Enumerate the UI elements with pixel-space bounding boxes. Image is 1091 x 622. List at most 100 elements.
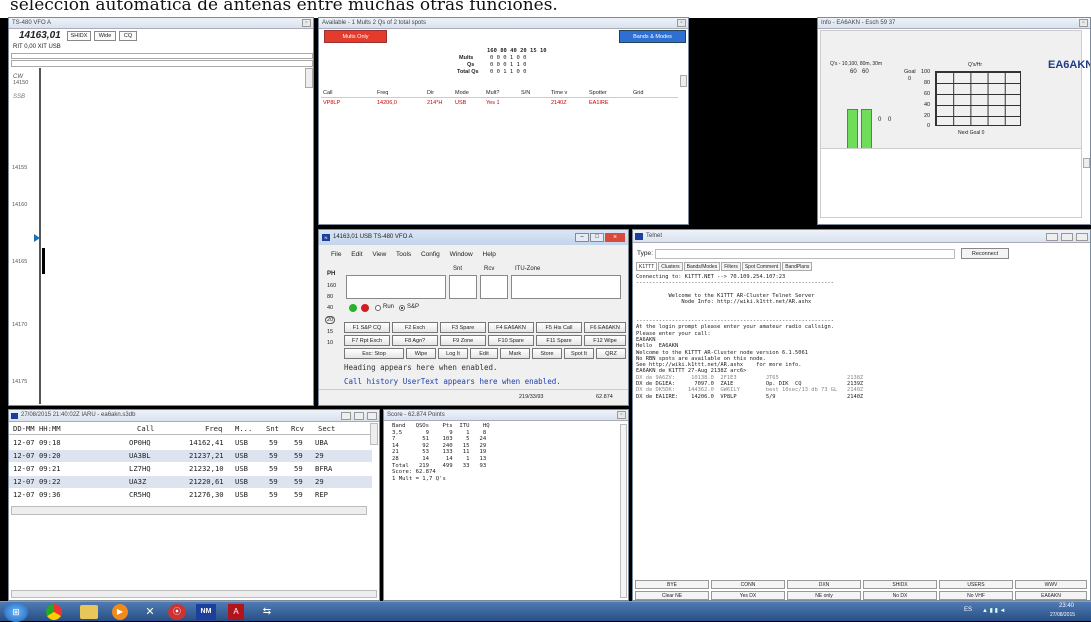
log-col-mode[interactable]: M...	[235, 423, 252, 435]
mults-only-button[interactable]: Mults Only	[324, 30, 387, 43]
log-vscrollbar[interactable]	[370, 423, 378, 445]
f2-button[interactable]: F2 Exch	[392, 322, 438, 333]
log-col-snt[interactable]: Snt	[266, 423, 279, 435]
maximize-icon[interactable]: □	[590, 233, 604, 242]
bandmap-cursor-icon[interactable]	[34, 234, 40, 242]
log-row[interactable]: 12-07 09:22 UA3Z 21220,61 USB 59 59 29	[9, 476, 372, 488]
band-20[interactable]: 20	[325, 316, 336, 324]
log-minimize-icon[interactable]	[341, 412, 351, 420]
f9-button[interactable]: F9 Zone	[440, 335, 486, 346]
log-close-icon[interactable]	[367, 412, 377, 420]
no-vhf-button[interactable]: No VHF	[939, 591, 1013, 600]
close-icon[interactable]: ×	[605, 233, 625, 242]
chrome-icon[interactable]	[46, 604, 62, 620]
f12-button[interactable]: F12 Wipe	[584, 335, 626, 346]
qrz-button[interactable]: QRZ	[596, 348, 626, 359]
col-call[interactable]: Call	[323, 88, 332, 98]
col-freq[interactable]: Freq	[377, 88, 388, 98]
info-scrollbar[interactable]	[1083, 158, 1090, 168]
callsign-button[interactable]: EA6AKN	[1015, 591, 1087, 600]
log-it-button[interactable]: Log It	[438, 348, 468, 359]
log-hscrollbar[interactable]	[11, 506, 367, 515]
itu-input[interactable]	[511, 275, 621, 299]
explorer-icon[interactable]	[80, 605, 98, 619]
radar-app-icon[interactable]: ⦿	[168, 604, 186, 620]
wipe-button[interactable]: Wipe	[406, 348, 436, 359]
tab-bandplans[interactable]: BandPlans	[782, 262, 813, 271]
log-row[interactable]: 12-07 09:21 LZ7HQ 21232,10 USB 59 59 BFRA	[9, 463, 372, 475]
menu-edit[interactable]: Edit	[351, 251, 362, 258]
score-close-icon[interactable]: ▫	[617, 411, 626, 419]
band-40[interactable]: 40	[327, 305, 333, 311]
minimize-icon[interactable]: –	[575, 233, 589, 242]
f10-button[interactable]: F10 Spare	[488, 335, 534, 346]
media-player-icon[interactable]: ▶	[112, 604, 128, 620]
log-col-date[interactable]: DD-MM HH:MM	[13, 423, 61, 435]
band-160[interactable]: 160	[327, 283, 336, 289]
tray-lang[interactable]: ES	[964, 607, 972, 613]
clear-ne-button[interactable]: Clear NE	[635, 591, 709, 600]
col-time[interactable]: Time v	[551, 88, 567, 98]
spot-it-button[interactable]: Spot It	[564, 348, 594, 359]
f8-button[interactable]: F8 Agn?	[392, 335, 438, 346]
ne-only-button[interactable]: NE only	[787, 591, 861, 600]
tab-bands-modes[interactable]: Bands/Modes	[683, 262, 721, 271]
band-80[interactable]: 80	[327, 294, 333, 300]
menu-window[interactable]: Window	[450, 251, 473, 258]
clock-time[interactable]: 23:40	[1059, 603, 1074, 609]
f4-button[interactable]: F4 EA6AKN	[488, 322, 534, 333]
f1-button[interactable]: F1 S&P CQ	[344, 322, 390, 333]
available-scrollbar[interactable]	[680, 75, 687, 87]
network-app-icon[interactable]: ⇆	[258, 604, 276, 620]
f5-button[interactable]: F5 His Call	[536, 322, 582, 333]
f7-button[interactable]: F7 Rpt Exch	[344, 335, 390, 346]
band-10[interactable]: 10	[327, 340, 333, 346]
users-button[interactable]: USERS	[939, 580, 1013, 589]
tab-k1ttt[interactable]: K1TTT	[636, 262, 658, 271]
callsign-input[interactable]	[346, 275, 446, 299]
f6-button[interactable]: F6 EA6AKN	[584, 322, 626, 333]
cq-button[interactable]: CQ	[119, 31, 137, 41]
log-col-call[interactable]: Call	[137, 423, 154, 435]
col-mode[interactable]: Mode	[455, 88, 469, 98]
conn-button[interactable]: CONN	[711, 580, 785, 589]
tab-spot-comment[interactable]: Spot Comment	[741, 262, 782, 271]
col-sn[interactable]: S/N	[521, 88, 530, 98]
band-15[interactable]: 15	[327, 329, 333, 335]
bandmap-scrollbar[interactable]	[305, 68, 313, 88]
log-col-rcv[interactable]: Rcv	[291, 423, 304, 435]
mark-button[interactable]: Mark	[500, 348, 530, 359]
type-input[interactable]	[655, 249, 955, 259]
log-col-freq[interactable]: Freq	[205, 423, 222, 435]
n1mm-icon[interactable]: NM	[196, 604, 216, 620]
menu-config[interactable]: Config	[421, 251, 440, 258]
windows-start-icon[interactable]: ⊞	[4, 602, 28, 622]
tab-filters[interactable]: Filters	[721, 262, 741, 271]
tab-clusters[interactable]: Clusters	[658, 262, 683, 271]
ham-radio-icon[interactable]: ✕	[140, 604, 160, 620]
yes-dx-button[interactable]: Yes DX	[711, 591, 785, 600]
clock-date[interactable]: 27/08/2015	[1050, 612, 1075, 618]
acrobat-icon[interactable]: A	[228, 604, 244, 620]
info-close-icon[interactable]: ▫	[1079, 19, 1088, 27]
mode-ph[interactable]: PH	[327, 271, 335, 277]
col-mult[interactable]: Mult?	[486, 88, 499, 98]
col-dir[interactable]: Dir	[427, 88, 434, 98]
log-bottom-scrollbar[interactable]	[11, 590, 377, 598]
menu-tools[interactable]: Tools	[396, 251, 411, 258]
menu-view[interactable]: View	[372, 251, 386, 258]
run-radio[interactable]	[375, 305, 381, 311]
telnet-minimize-icon[interactable]	[1046, 233, 1058, 241]
reconnect-button[interactable]: Reconnect	[961, 248, 1009, 259]
store-button[interactable]: Store	[532, 348, 562, 359]
shidx-cmd-button[interactable]: SHIDX	[863, 580, 937, 589]
f11-button[interactable]: F11 Spare	[536, 335, 582, 346]
no-dx-button[interactable]: No DX	[863, 591, 937, 600]
wide-button[interactable]: Wide	[94, 31, 116, 41]
bye-button[interactable]: BYE	[635, 580, 709, 589]
bands-modes-button[interactable]: Bands & Modes	[619, 30, 686, 43]
spot-row[interactable]: VP8LP 14206,0 214*H USB Yes 1 2140Z EA1I…	[321, 99, 678, 108]
shidx-button[interactable]: SHIDX	[67, 31, 91, 41]
snt-input[interactable]	[449, 275, 477, 299]
telnet-close-icon[interactable]	[1076, 233, 1088, 241]
